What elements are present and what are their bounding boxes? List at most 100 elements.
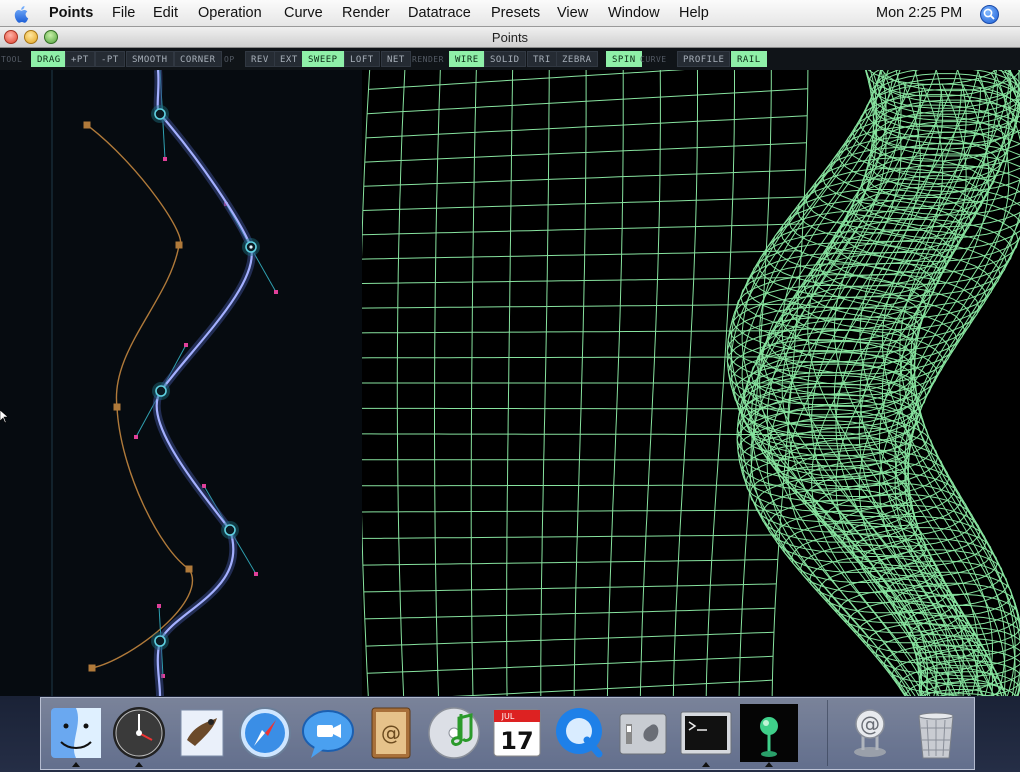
- dashboard-icon[interactable]: [110, 704, 168, 762]
- window-title: Points: [491, 30, 529, 45]
- menu-file[interactable]: File: [112, 5, 135, 21]
- wireframe-line: [360, 484, 784, 487]
- quicktime-icon[interactable]: [551, 704, 609, 762]
- toolbar-group-label-render: RENDER: [412, 55, 444, 64]
- ical-month-label: JUL: [501, 712, 515, 721]
- op-loft-button[interactable]: LOFT: [344, 51, 380, 67]
- op-net-button[interactable]: NET: [381, 51, 411, 67]
- wireframe-view[interactable]: [359, 70, 1020, 696]
- points-running-indicator: [765, 762, 773, 767]
- points-app-icon[interactable]: [740, 704, 798, 762]
- rail-control-point[interactable]: [175, 241, 183, 249]
- wireframe-line: [361, 509, 782, 513]
- menu-clock[interactable]: Mon 2:25 PM: [876, 5, 962, 21]
- wireframe-line: [362, 559, 778, 566]
- menu-curve[interactable]: Curve: [284, 5, 323, 21]
- op-sweep-button[interactable]: SWEEP: [302, 51, 344, 67]
- 3d-viewport[interactable]: [359, 70, 1020, 696]
- ichat-icon[interactable]: [299, 704, 357, 762]
- wireframe-line: [365, 631, 775, 647]
- canvas-area: [0, 70, 1020, 696]
- wireframe-line: [879, 70, 1010, 696]
- profile-curve-glow: [152, 70, 256, 696]
- menu-datatrace[interactable]: Datatrace: [408, 5, 471, 21]
- wireframe-line: [360, 277, 800, 284]
- op-rev-button[interactable]: REV: [245, 51, 275, 67]
- op-ext-button[interactable]: EXT: [274, 51, 304, 67]
- menu-render[interactable]: Render: [342, 5, 390, 21]
- apple-menu-icon[interactable]: [12, 4, 32, 24]
- safari-icon[interactable]: [236, 704, 294, 762]
- menu-view[interactable]: View: [557, 5, 588, 21]
- mail-icon[interactable]: [173, 704, 231, 762]
- wireframe-line: [367, 655, 774, 674]
- tool-drag-button[interactable]: DRAG: [31, 51, 67, 67]
- wireframe-line: [851, 175, 1020, 239]
- curve-editor-pane[interactable]: [0, 70, 362, 696]
- ical-icon[interactable]: JUL 17: [488, 704, 546, 762]
- toolbar-group-label-curve: CURVE: [640, 55, 667, 64]
- render-tri-button[interactable]: TRI: [527, 51, 557, 67]
- rail-control-point[interactable]: [88, 664, 96, 672]
- wireframe-line: [898, 593, 1019, 637]
- wireframe-line: [364, 607, 776, 620]
- render-zebra-button[interactable]: ZEBRA: [556, 51, 598, 67]
- render-wire-button[interactable]: WIRE: [449, 51, 485, 67]
- tool-add-point-button[interactable]: +PT: [65, 51, 95, 67]
- menu-presets[interactable]: Presets: [491, 5, 540, 21]
- dashboard-running-indicator: [135, 762, 143, 767]
- wireframe-line: [360, 303, 798, 309]
- menu-bar: Points File Edit Operation Curve Render …: [0, 0, 1020, 27]
- wireframe-line: [363, 169, 806, 187]
- wireframe-line: [368, 70, 685, 90]
- rail-curve[interactable]: [86, 124, 193, 669]
- tool-remove-point-button[interactable]: -PT: [95, 51, 125, 67]
- wireframe-line: [363, 583, 777, 593]
- menu-edit[interactable]: Edit: [153, 5, 178, 21]
- svg-text:@: @: [381, 721, 401, 745]
- rail-control-point[interactable]: [185, 565, 193, 573]
- finder-running-indicator: [72, 762, 80, 767]
- menu-window[interactable]: Window: [608, 5, 660, 21]
- curve-editor-canvas[interactable]: [0, 70, 362, 696]
- tool-corner-button[interactable]: CORNER: [174, 51, 222, 67]
- menu-app-name[interactable]: Points: [49, 5, 93, 21]
- curve-profile-button[interactable]: PROFILE: [677, 51, 731, 67]
- dock: @ JUL 17 @: [40, 697, 975, 770]
- wireframe-line: [365, 115, 808, 139]
- wireframe-line: [452, 679, 773, 696]
- rail-control-point[interactable]: [113, 403, 121, 411]
- render-spin-button[interactable]: SPIN: [606, 51, 642, 67]
- ical-day-label: 17: [500, 727, 533, 755]
- wireframe-line: [362, 223, 804, 236]
- address-book-icon[interactable]: @: [362, 704, 420, 762]
- wireframe-line: [360, 407, 790, 410]
- curve-rail-button[interactable]: RAIL: [731, 51, 767, 67]
- itunes-icon[interactable]: [425, 704, 483, 762]
- mouse-cursor-icon: [0, 410, 8, 424]
- terminal-running-indicator: [702, 762, 710, 767]
- rail-control-point[interactable]: [83, 121, 91, 129]
- svg-text:@: @: [860, 712, 880, 736]
- spotlight-search-icon[interactable]: [980, 5, 999, 24]
- tangent-handles: [135, 70, 277, 677]
- toolbar-group-label-tool: TOOL: [1, 55, 23, 64]
- internet-connect-icon[interactable]: @: [841, 704, 899, 762]
- render-solid-button[interactable]: SOLID: [484, 51, 526, 67]
- wireframe-line: [362, 196, 805, 211]
- toolbar: TOOL DRAG +PT -PT SMOOTH CORNER OP REV E…: [0, 48, 1020, 70]
- trash-icon[interactable]: [907, 704, 965, 762]
- toolbar-group-label-op: OP: [224, 55, 235, 64]
- dock-separator: [827, 700, 828, 766]
- wireframe-line: [362, 534, 780, 539]
- window-title-bar[interactable]: Points: [0, 27, 1020, 48]
- terminal-icon[interactable]: [677, 704, 735, 762]
- finder-icon[interactable]: [47, 704, 105, 762]
- menu-help[interactable]: Help: [679, 5, 709, 21]
- tool-smooth-button[interactable]: SMOOTH: [126, 51, 174, 67]
- wireframe-line: [360, 433, 788, 435]
- menu-operation[interactable]: Operation: [198, 5, 262, 21]
- system-preferences-icon[interactable]: [614, 704, 672, 762]
- wireframe-line: [361, 250, 802, 260]
- wireframe-line: [367, 88, 808, 115]
